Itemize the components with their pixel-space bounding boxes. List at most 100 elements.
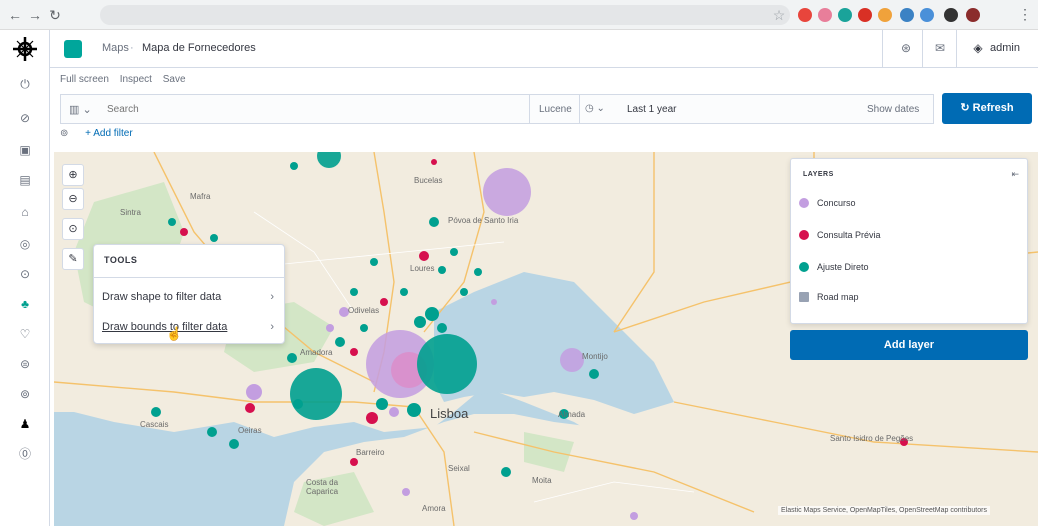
bookmark-star-icon[interactable]: ☆: [770, 6, 788, 24]
tools-button[interactable]: ✎: [62, 248, 84, 270]
search-input[interactable]: [101, 95, 581, 123]
draw-bounds-label: Draw bounds to filter data: [102, 321, 228, 333]
forward-icon[interactable]: →: [26, 6, 44, 24]
layer-item-concurso[interactable]: Concurso: [799, 193, 1019, 213]
extension-icon[interactable]: [818, 8, 832, 22]
visualize-icon[interactable]: ▣: [17, 142, 33, 158]
place-label: Loures: [410, 264, 435, 273]
refresh-icon: ↻: [960, 102, 973, 114]
inspect-link[interactable]: Inspect: [120, 74, 152, 85]
place-label: Seixal: [448, 464, 470, 473]
layer-label: Road map: [817, 292, 859, 302]
page-title: Mapa de Fornecedores: [142, 42, 256, 54]
user-name[interactable]: admin: [990, 42, 1020, 54]
chevron-right-icon: ›: [270, 291, 274, 303]
grid-icon: [799, 292, 809, 302]
place-label: Moita: [532, 476, 552, 485]
browser-menu-icon[interactable]: ⋮: [1018, 6, 1032, 23]
layer-swatch-icon: [799, 262, 809, 272]
fit-to-data-button[interactable]: ⊙: [62, 218, 84, 240]
place-label: Barreiro: [356, 448, 385, 457]
app: ← → ↻ ☆ ⋮ ⏻ ⊘ ▣ ▤ ⌂ ◎ ⊙ ♣ ♡ ⊜ ⊚ ♟ ⓪ Maps…: [0, 0, 1038, 526]
filter-options-icon[interactable]: ⊚: [60, 128, 68, 139]
place-label: Oeiras: [238, 426, 262, 435]
tools-popover: TOOLS Draw shape to filter data › Draw b…: [93, 244, 285, 344]
place-label: Costa da Caparica: [306, 478, 339, 496]
layer-item-consulta-previa[interactable]: Consulta Prévia: [799, 225, 1019, 245]
divider: [882, 30, 883, 68]
discover-icon[interactable]: ⊘: [17, 110, 33, 126]
time-range-picker[interactable]: Last 1 year: [627, 104, 676, 115]
zoom-out-button[interactable]: ⊖: [62, 188, 84, 210]
infrastructure-icon[interactable]: ♣: [17, 296, 33, 312]
draw-shape-menu-item[interactable]: Draw shape to filter data ›: [102, 287, 278, 307]
help-icon[interactable]: ⊛: [898, 40, 914, 56]
place-label: Amadora: [300, 348, 333, 357]
uptime-icon[interactable]: ⊜: [17, 356, 33, 372]
query-bar: ▥ ⌄ Lucene ◷ ⌄ Last 1 year Show dates: [60, 94, 934, 124]
maps-icon[interactable]: ◎: [17, 236, 33, 252]
extension-icon[interactable]: [878, 8, 892, 22]
save-link[interactable]: Save: [163, 74, 186, 85]
tools-title: TOOLS: [104, 255, 138, 265]
filter-bar: ⊚ + Add filter: [60, 128, 133, 139]
query-language-button[interactable]: Lucene: [539, 104, 572, 115]
layer-label: Consulta Prévia: [817, 230, 881, 240]
divider: [529, 95, 530, 123]
place-label: Lisboa: [430, 406, 469, 421]
mail-icon[interactable]: ✉: [932, 40, 948, 56]
full-screen-link[interactable]: Full screen: [60, 74, 109, 85]
layer-item-road-map[interactable]: Road map: [799, 287, 1019, 307]
top-nav-menu: Full screen Inspect Save: [60, 74, 194, 85]
refresh-button[interactable]: ↻ Refresh: [942, 93, 1032, 124]
extension-icon[interactable]: [838, 8, 852, 22]
dashboard-icon[interactable]: ▤: [17, 172, 33, 188]
monitoring-icon[interactable]: ♟: [17, 416, 33, 432]
devtools-icon[interactable]: ⊚: [17, 386, 33, 402]
zoom-in-button[interactable]: ⊕: [62, 164, 84, 186]
ml-icon[interactable]: ⊙: [17, 266, 33, 282]
browser-toolbar: ← → ↻ ☆ ⋮: [0, 0, 1038, 30]
calendar-icon[interactable]: ◷ ⌄: [585, 103, 605, 114]
collapse-icon[interactable]: ⇤: [1011, 169, 1019, 180]
extension-icon[interactable]: [900, 8, 914, 22]
recent-icon[interactable]: ⏻: [17, 76, 33, 92]
show-dates-link[interactable]: Show dates: [867, 104, 919, 115]
app-badge-icon[interactable]: [64, 40, 82, 58]
add-filter-link[interactable]: + Add filter: [85, 128, 133, 139]
extensions-puzzle-icon[interactable]: [944, 8, 958, 22]
place-label: Montijo: [582, 352, 608, 361]
back-icon[interactable]: ←: [6, 6, 24, 24]
refresh-label: Refresh: [972, 102, 1014, 114]
draw-shape-label: Draw shape to filter data: [102, 291, 222, 303]
management-icon[interactable]: ⓪: [17, 446, 33, 462]
breadcrumb-app[interactable]: Maps: [102, 42, 129, 54]
extension-icon[interactable]: [920, 8, 934, 22]
cursor-hand-icon: ☝: [166, 326, 183, 341]
extension-icon[interactable]: [858, 8, 872, 22]
saved-query-icon[interactable]: ▥ ⌄: [69, 103, 92, 116]
place-label: Amora: [422, 504, 446, 513]
divider: [579, 95, 580, 123]
draw-bounds-menu-item[interactable]: Draw bounds to filter data ›: [102, 317, 278, 337]
place-label: Mafra: [190, 192, 211, 201]
app-header: Maps · Mapa de Fornecedores ⊛ ✉ ◈ admin: [50, 30, 1038, 68]
kibana-logo-icon[interactable]: [12, 36, 38, 62]
extension-icon[interactable]: [798, 8, 812, 22]
add-layer-button[interactable]: Add layer: [790, 330, 1028, 360]
layer-swatch-icon: [799, 230, 809, 240]
layer-swatch-icon: [799, 198, 809, 208]
apm-icon[interactable]: ♡: [17, 326, 33, 342]
layer-label: Ajuste Direto: [817, 262, 869, 272]
divider: [956, 30, 957, 68]
place-label: Odivelas: [348, 306, 380, 315]
place-label: Almada: [558, 410, 586, 419]
side-nav: ⏻ ⊘ ▣ ▤ ⌂ ◎ ⊙ ♣ ♡ ⊜ ⊚ ♟ ⓪: [0, 30, 50, 526]
layer-item-ajuste-direto[interactable]: Ajuste Direto: [799, 257, 1019, 277]
reload-icon[interactable]: ↻: [46, 6, 64, 24]
user-icon[interactable]: ◈: [970, 40, 986, 56]
place-label: Santo Isidro de Pegões: [830, 434, 914, 443]
canvas-icon[interactable]: ⌂: [17, 204, 33, 220]
address-bar[interactable]: [100, 5, 790, 25]
profile-avatar[interactable]: [966, 8, 980, 22]
